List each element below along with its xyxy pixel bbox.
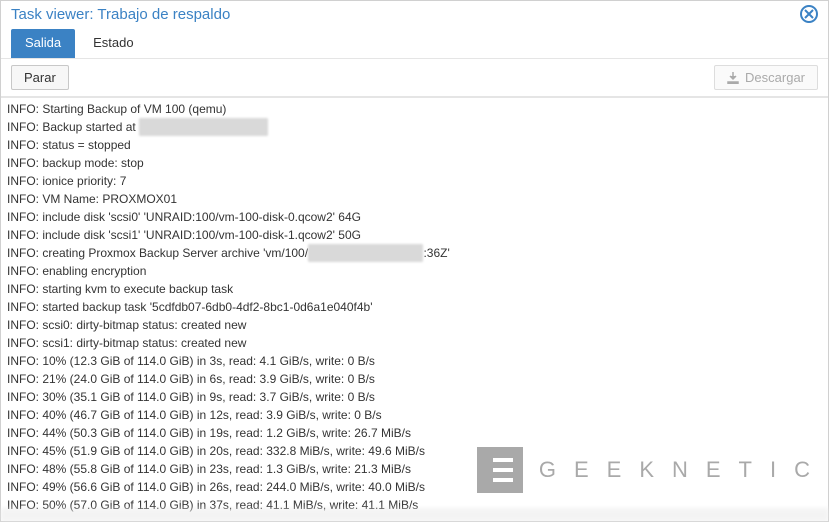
log-line: INFO: 49% (56.6 GiB of 114.0 GiB) in 26s…	[7, 478, 824, 496]
log-line: INFO: scsi1: dirty-bitmap status: create…	[7, 334, 824, 352]
log-line: INFO: 10% (12.3 GiB of 114.0 GiB) in 3s,…	[7, 352, 824, 370]
task-viewer-dialog: Task viewer: Trabajo de respaldo Salida …	[0, 0, 829, 522]
tab-status[interactable]: Estado	[79, 29, 147, 58]
log-line: INFO: include disk 'scsi0' 'UNRAID:100/v…	[7, 208, 824, 226]
log-line: INFO: include disk 'scsi1' 'UNRAID:100/v…	[7, 226, 824, 244]
download-icon	[727, 72, 739, 84]
log-line: INFO: started backup task '5cdfdb07-6db0…	[7, 298, 824, 316]
close-icon	[804, 9, 814, 19]
log-output[interactable]: INFO: Starting Backup of VM 100 (qemu) I…	[1, 98, 828, 521]
close-button[interactable]	[800, 5, 818, 23]
log-line: INFO: VM Name: PROXMOX01	[7, 190, 824, 208]
stop-button[interactable]: Parar	[11, 65, 69, 90]
log-line: INFO: 21% (24.0 GiB of 114.0 GiB) in 6s,…	[7, 370, 824, 388]
toolbar: Parar Descargar	[1, 59, 828, 97]
log-line: INFO: 45% (51.9 GiB of 114.0 GiB) in 20s…	[7, 442, 824, 460]
log-line: INFO: 48% (55.8 GiB of 114.0 GiB) in 23s…	[7, 460, 824, 478]
background-blur	[0, 508, 829, 522]
redacted-text: ████████ ██ ██:██	[139, 118, 268, 136]
log-line: INFO: Backup started at ████████ ██ ██:█…	[7, 118, 824, 136]
dialog-header: Task viewer: Trabajo de respaldo	[1, 1, 828, 29]
download-button-label: Descargar	[745, 70, 805, 85]
log-container: INFO: Starting Backup of VM 100 (qemu) I…	[1, 97, 828, 521]
tab-bar: Salida Estado	[1, 29, 828, 59]
log-line: INFO: status = stopped	[7, 136, 824, 154]
dialog-title: Task viewer: Trabajo de respaldo	[11, 6, 230, 23]
log-line: INFO: creating Proxmox Backup Server arc…	[7, 244, 824, 262]
log-line: INFO: ionice priority: 7	[7, 172, 824, 190]
download-button[interactable]: Descargar	[714, 65, 818, 90]
redacted-text: ████ ██ ██ ██ ██	[308, 244, 423, 262]
log-line: INFO: starting kvm to execute backup tas…	[7, 280, 824, 298]
log-line: INFO: 44% (50.3 GiB of 114.0 GiB) in 19s…	[7, 424, 824, 442]
log-line: INFO: scsi0: dirty-bitmap status: create…	[7, 316, 824, 334]
log-line: INFO: enabling encryption	[7, 262, 824, 280]
log-line: INFO: 40% (46.7 GiB of 114.0 GiB) in 12s…	[7, 406, 824, 424]
log-line: INFO: 30% (35.1 GiB of 114.0 GiB) in 9s,…	[7, 388, 824, 406]
log-line: INFO: Starting Backup of VM 100 (qemu)	[7, 100, 824, 118]
tab-output[interactable]: Salida	[11, 29, 75, 58]
log-line: INFO: backup mode: stop	[7, 154, 824, 172]
